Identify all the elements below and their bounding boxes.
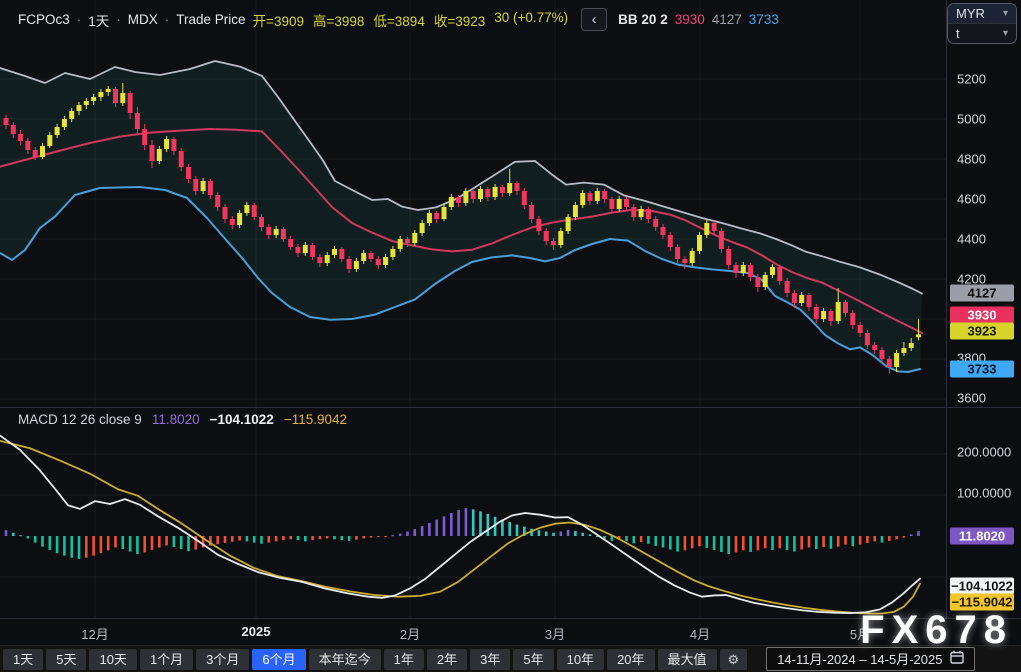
range-button-5年[interactable]: 5年 [513, 649, 553, 670]
change-value: 30 (+0.77%) [494, 10, 568, 30]
chevron-down-icon: ▾ [1003, 28, 1008, 39]
open-value: 开=3909 [253, 10, 304, 30]
range-button-1年[interactable]: 1年 [384, 649, 424, 670]
chart-canvas[interactable] [0, 0, 946, 618]
price-badge: 3733 [950, 361, 1014, 378]
range-button-10年[interactable]: 10年 [557, 649, 604, 670]
date-range-picker[interactable]: 14-11月-2024 – 14-5月-2025 [766, 647, 975, 671]
series-type-label: Trade Price [176, 12, 245, 27]
bb-upper-value: 4127 [712, 12, 742, 27]
macd-indicator-label: MACD 12 26 close 9 [18, 412, 142, 427]
currency-value: MYR [956, 6, 985, 21]
currency-dropdown[interactable]: MYR ▾ [948, 4, 1016, 24]
close-value: 收=3923 [434, 10, 485, 30]
price-axis[interactable]: 5200500048004600440042003800360041273930… [946, 0, 1021, 618]
range-button-1个月[interactable]: 1个月 [140, 649, 193, 670]
axis-tick-label: 5000 [957, 112, 986, 127]
macd-legend: MACD 12 26 close 9 11.8020 −104.1022 −11… [18, 412, 347, 427]
axis-tick-label: 5200 [957, 72, 986, 87]
range-button-3个月[interactable]: 3个月 [196, 649, 249, 670]
chevron-down-icon: ▾ [1003, 8, 1008, 19]
date-range-text: 14-11月-2024 – 14-5月-2025 [777, 651, 942, 668]
price-badge: 3923 [950, 323, 1014, 340]
range-toolbar: 1天5天10天1个月3个月6个月本年迄今1年2年3年5年10年20年最大值⚙ 14… [0, 645, 1021, 672]
axis-tick-label: 4600 [957, 192, 986, 207]
bb-indicator-label: BB 20 2 [618, 12, 668, 27]
bb-basis-value: 3930 [675, 12, 705, 27]
time-axis-label: 4月 [690, 624, 710, 643]
exchange-label: MDX [128, 12, 158, 27]
price-badge: 4127 [950, 285, 1014, 302]
low-value: 低=3894 [373, 10, 424, 30]
range-button-3年[interactable]: 3年 [470, 649, 510, 670]
pane-separator-axis [947, 407, 1021, 408]
range-button-2年[interactable]: 2年 [427, 649, 467, 670]
time-axis-label: 3月 [545, 624, 565, 643]
range-button-6个月[interactable]: 6个月 [252, 649, 305, 670]
macd-line-value: −104.1022 [210, 412, 274, 427]
axis-tick-label: 200.0000 [957, 445, 1011, 460]
axis-tick-label: 4800 [957, 152, 986, 167]
axis-tick-label: 4400 [957, 232, 986, 247]
trading-terminal: FCPOc3 · 1天 · MDX · Trade Price 开=3909 高… [0, 0, 1021, 672]
macd-badge: −115.9042 [950, 594, 1014, 611]
ohlc-values: 开=3909 高=3998 低=3894 收=3923 30 (+0.77%) [253, 10, 569, 30]
interval-label: 1天 [88, 10, 109, 30]
range-button-1天[interactable]: 1天 [3, 649, 43, 670]
range-button-最大值[interactable]: 最大值 [658, 649, 717, 670]
symbol-legend: FCPOc3 · 1天 · MDX · Trade Price 开=3909 高… [18, 8, 779, 31]
bb-lower-value: 3733 [749, 12, 779, 27]
axis-tick-label: 3600 [957, 391, 986, 406]
time-axis-label: 2月 [400, 624, 420, 643]
symbol-name: FCPOc3 [18, 12, 70, 27]
macd-badge: −104.1022 [950, 578, 1014, 595]
high-value: 高=3998 [313, 10, 364, 30]
macd-histogram-value: 11.8020 [152, 412, 200, 427]
axis-tick-label: 100.0000 [957, 486, 1011, 501]
macd-signal-value: −115.9042 [284, 412, 347, 427]
range-button-10天[interactable]: 10天 [89, 649, 136, 670]
time-axis[interactable]: 12月 2025 2月 3月 4月 5月 [0, 618, 1021, 646]
time-axis-label: 2025 [242, 624, 271, 639]
calendar-icon [950, 650, 964, 668]
time-axis-label: 12月 [81, 624, 108, 643]
unit-value: t [956, 26, 960, 41]
macd-badge: 11.8020 [950, 528, 1014, 545]
gear-icon[interactable]: ⚙ [720, 649, 748, 670]
legend-collapse-button[interactable]: ‹ [581, 8, 607, 31]
time-axis-label: 5月 [850, 624, 870, 643]
range-button-5天[interactable]: 5天 [46, 649, 86, 670]
currency-unit-panel: MYR ▾ t ▾ [947, 3, 1017, 44]
range-button-20年[interactable]: 20年 [607, 649, 654, 670]
unit-dropdown[interactable]: t ▾ [948, 24, 1016, 43]
price-badge: 3930 [950, 307, 1014, 324]
range-button-本年迄今[interactable]: 本年迄今 [309, 649, 381, 670]
